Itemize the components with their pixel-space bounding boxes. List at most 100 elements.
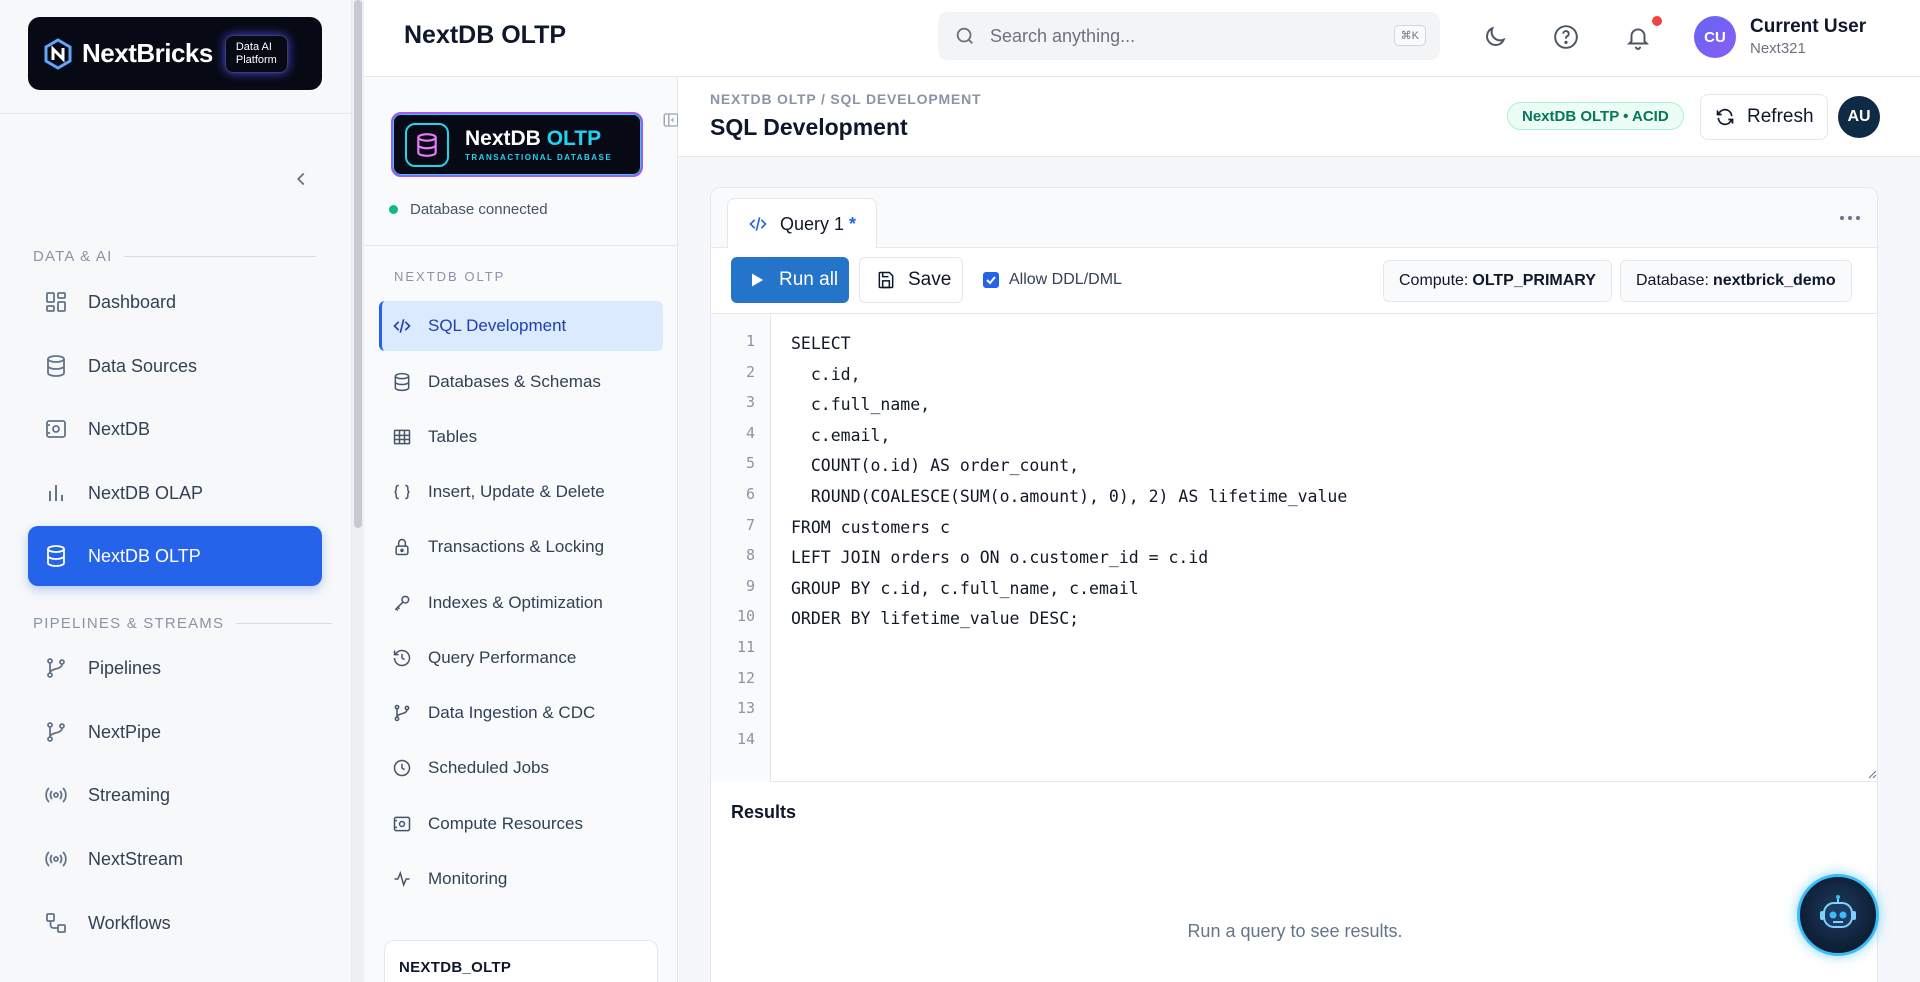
line-number: 8 bbox=[745, 546, 755, 565]
chevron-left-icon[interactable] bbox=[290, 168, 312, 190]
app-title: NextDB OLTP bbox=[404, 21, 567, 49]
sidebar-item-dashboard[interactable]: Dashboard bbox=[28, 272, 322, 332]
oltp-logo-subtitle: TRANSACTIONAL DATABASE bbox=[465, 153, 613, 162]
code-line[interactable] bbox=[791, 730, 1347, 761]
account-avatar[interactable]: AU bbox=[1838, 96, 1880, 138]
sidebar-scrollbar[interactable] bbox=[352, 0, 364, 982]
allow-ddl-toggle[interactable]: Allow DDL/DML bbox=[983, 271, 1122, 289]
code-line[interactable]: COUNT(o.id) AS order_count, bbox=[791, 454, 1347, 485]
subnav-item-indexes-optimization[interactable]: Indexes & Optimization bbox=[379, 578, 663, 628]
sidebar-item-nextdb-olap[interactable]: NextDB OLAP bbox=[28, 463, 322, 523]
database-icon bbox=[47, 545, 65, 567]
oltp-subnav: NextDB OLTP TRANSACTIONAL DATABASE Datab… bbox=[364, 77, 679, 982]
connection-status-text: Database connected bbox=[410, 201, 548, 218]
braces-icon bbox=[394, 484, 410, 500]
code-line[interactable]: SELECT bbox=[791, 332, 1347, 363]
resize-handle-icon[interactable] bbox=[1867, 769, 1877, 779]
subnav-item-databases-schemas[interactable]: Databases & Schemas bbox=[379, 357, 663, 407]
ai-assistant-button[interactable] bbox=[1797, 874, 1879, 956]
subnav-item-label: Compute Resources bbox=[428, 814, 583, 833]
refresh-button[interactable]: Refresh bbox=[1700, 94, 1828, 140]
page-title: SQL Development bbox=[710, 114, 908, 140]
code-line[interactable]: c.email, bbox=[791, 424, 1347, 455]
save-button[interactable]: Save bbox=[859, 257, 963, 303]
subnav-item-sql-development[interactable]: SQL Development bbox=[379, 301, 663, 351]
sidebar-item-label: NextDB OLAP bbox=[88, 482, 204, 503]
sidebar-item-workflows[interactable]: Workflows bbox=[28, 893, 322, 953]
code-line[interactable]: ROUND(COALESCE(SUM(o.amount), 0), 2) AS … bbox=[791, 485, 1347, 516]
subnav-item-label: Indexes & Optimization bbox=[428, 593, 603, 612]
code-line[interactable]: c.id, bbox=[791, 363, 1347, 394]
sidebar-item-nextdb[interactable]: NextDB bbox=[28, 399, 322, 459]
subnav-item-monitoring[interactable]: Monitoring bbox=[379, 854, 663, 904]
section-label-data-ai: DATA & AI bbox=[33, 248, 317, 265]
code-line[interactable] bbox=[791, 669, 1347, 700]
subnav-item-tables[interactable]: Tables bbox=[379, 412, 663, 462]
search-input[interactable] bbox=[990, 25, 1370, 47]
sql-editor-card: Query 1 * Run all Save Allow DDL/DML Com… bbox=[710, 187, 1878, 982]
sidebar-item-pipelines[interactable]: Pipelines bbox=[28, 638, 322, 698]
line-number: 4 bbox=[745, 423, 755, 442]
line-number: 5 bbox=[745, 454, 755, 473]
subnav-item-query-performance[interactable]: Query Performance bbox=[379, 633, 663, 683]
subnav-item-compute-resources[interactable]: Compute Resources bbox=[379, 799, 663, 849]
status-badge: NextDB OLTP • ACID bbox=[1507, 102, 1684, 130]
subnav-item-label: Data Ingestion & CDC bbox=[428, 703, 596, 722]
code-line[interactable] bbox=[791, 699, 1347, 730]
nextdb-oltp-logo: NextDB OLTP TRANSACTIONAL DATABASE bbox=[391, 112, 643, 177]
subnav-item-label: Monitoring bbox=[428, 869, 508, 888]
subnav-item-insert-update-delete[interactable]: Insert, Update & Delete bbox=[379, 467, 663, 517]
database-icon bbox=[47, 355, 65, 377]
code-line[interactable] bbox=[791, 638, 1347, 669]
subnav-item-scheduled-jobs[interactable]: Scheduled Jobs bbox=[379, 743, 663, 793]
code-line[interactable]: LEFT JOIN orders o ON o.customer_id = c.… bbox=[791, 546, 1347, 577]
broadcast-icon bbox=[45, 787, 67, 803]
user-name[interactable]: Current User bbox=[1750, 16, 1866, 38]
sidebar-item-nextdb-oltp[interactable]: NextDB OLTP bbox=[28, 526, 322, 586]
robot-icon bbox=[1820, 895, 1856, 928]
workflow-icon bbox=[46, 913, 66, 933]
run-all-button[interactable]: Run all bbox=[731, 257, 849, 303]
sidebar-item-streaming[interactable]: Streaming bbox=[28, 765, 322, 825]
code-line[interactable]: FROM customers c bbox=[791, 516, 1347, 547]
subnav-item-transactions-locking[interactable]: Transactions & Locking bbox=[379, 522, 663, 572]
sidebar-scrollbar-thumb[interactable] bbox=[354, 0, 362, 528]
code-line[interactable]: ORDER BY lifetime_value DESC; bbox=[791, 607, 1347, 638]
tab-query-1[interactable]: Query 1 * bbox=[727, 198, 877, 249]
sidebar-item-data-sources[interactable]: Data Sources bbox=[28, 336, 322, 396]
sidebar-item-nextpipe[interactable]: NextPipe bbox=[28, 702, 322, 762]
bell-icon[interactable] bbox=[1625, 24, 1651, 50]
line-number: 9 bbox=[745, 576, 755, 595]
sidebar-item-nextstream[interactable]: NextStream bbox=[28, 829, 322, 889]
user-avatar[interactable]: CU bbox=[1694, 16, 1736, 58]
connection-status: Database connected bbox=[389, 201, 548, 218]
allow-ddl-checkbox[interactable] bbox=[983, 272, 999, 288]
nextbricks-logo[interactable]: NextBricks Data AI Platform bbox=[28, 17, 322, 90]
compute-selector[interactable]: Compute: OLTP_PRIMARY bbox=[1383, 260, 1612, 302]
line-number: 13 bbox=[736, 699, 755, 718]
sidebar-item-label: Workflows bbox=[88, 912, 171, 933]
code-line[interactable]: c.full_name, bbox=[791, 393, 1347, 424]
code-lines[interactable]: SELECT c.id, c.full_name, c.email, COUNT… bbox=[791, 332, 1347, 760]
activity-icon bbox=[394, 870, 410, 888]
play-icon bbox=[752, 273, 763, 287]
subnav-item-label: Tables bbox=[428, 427, 478, 446]
editor-toolbar: Run all Save Allow DDL/DML Compute: OLTP_… bbox=[711, 248, 1877, 314]
database-selector[interactable]: Database: nextbrick_demo bbox=[1620, 260, 1852, 302]
search-bar[interactable]: ⌘K bbox=[938, 12, 1440, 60]
database-footer-card[interactable]: NEXTDB_OLTP bbox=[384, 940, 658, 982]
database-label: Database: bbox=[1636, 272, 1709, 289]
code-icon bbox=[393, 319, 411, 333]
code-line[interactable]: GROUP BY c.id, c.full_name, c.email bbox=[791, 577, 1347, 608]
subnav-item-label: Databases & Schemas bbox=[428, 372, 601, 391]
subnav-item-data-ingestion-cdc[interactable]: Data Ingestion & CDC bbox=[379, 688, 663, 738]
moon-icon[interactable] bbox=[1482, 24, 1508, 50]
help-icon[interactable] bbox=[1553, 24, 1579, 50]
sidebar-item-label: NextStream bbox=[88, 848, 184, 869]
sidebar-item-label: NextDB bbox=[88, 418, 151, 439]
sql-code-editor[interactable]: 1 2 3 4 5 6 7 8 9 10 11 12 13 14 SELECT c.id, c.full_… bbox=[711, 314, 1877, 782]
unsaved-indicator: * bbox=[849, 213, 857, 234]
more-options-icon[interactable] bbox=[1839, 214, 1861, 222]
sidebar-item-label: NextDB OLTP bbox=[88, 545, 201, 566]
main-content: NEXTDB OLTP / SQL DEVELOPMENT SQL Develo… bbox=[678, 77, 1920, 982]
